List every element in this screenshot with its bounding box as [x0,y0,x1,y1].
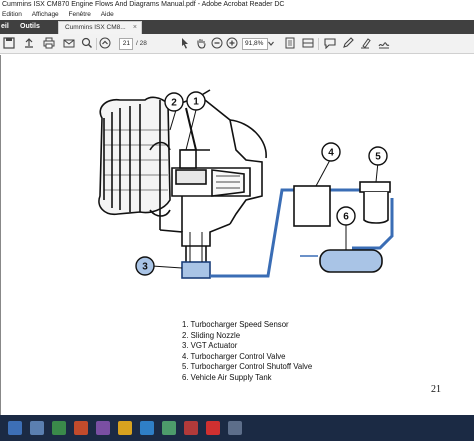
callout-5: 5 [368,146,388,166]
mail-icon[interactable] [62,37,76,51]
task-app-icon[interactable] [118,421,132,435]
page-total-label: / 28 [136,40,147,47]
svg-text:3: 3 [142,262,148,273]
tab-document[interactable]: Cummins ISX CM8... × [58,21,142,34]
pen-icon[interactable] [341,37,355,51]
callout-1: 1 [186,91,206,111]
print-icon[interactable] [42,37,56,51]
svg-text:5: 5 [375,152,381,163]
task-app-icon[interactable] [74,421,88,435]
control-valve-box [293,185,331,227]
tab-home[interactable]: eil [1,20,9,34]
zoom-in-icon[interactable] [225,37,239,51]
task-app-icon[interactable] [140,421,154,435]
window-title: Cummins ISX CM870 Engine Flows And Diagr… [0,0,474,10]
tab-bar: eil Outils Cummins ISX CM8... × [0,20,474,34]
acrobat-window: Cummins ISX CM870 Engine Flows And Diagr… [0,0,474,441]
legend-item: 4. Turbocharger Control Valve [182,351,286,361]
page-up-icon[interactable] [98,37,112,51]
close-icon[interactable]: × [133,22,137,34]
chevron-down-icon[interactable] [267,37,275,51]
task-app-icon[interactable] [184,421,198,435]
toolbar: 21 / 28 91,8% [0,34,474,54]
callout-3: 3 [135,256,155,276]
start-icon[interactable] [8,421,22,435]
save-icon[interactable] [2,37,16,51]
legend-item: 6. Vehicle Air Supply Tank [182,372,272,382]
callout-6: 6 [336,206,356,226]
callout-4: 4 [321,142,341,162]
legend-item: 3. VGT Actuator [182,341,238,351]
select-cursor-icon[interactable] [178,37,192,51]
zoom-level-input[interactable]: 91,8% [242,38,268,50]
task-app-icon[interactable] [96,421,110,435]
upload-icon[interactable] [22,37,36,51]
sign-icon[interactable] [377,37,391,51]
diagram-legend: 1. Turbocharger Speed Sensor 2. Sliding … [182,320,312,384]
menu-aide[interactable]: Aide [101,11,114,18]
hand-icon[interactable] [194,37,208,51]
menu-bar: Edition Affichage Fenêtre Aide [0,10,474,20]
menu-affichage[interactable]: Affichage [32,11,59,18]
tab-tools[interactable]: Outils [20,20,40,34]
task-app-icon[interactable] [52,421,66,435]
toolbar-divider [318,38,319,50]
task-app-icon[interactable] [162,421,176,435]
task-app-icon[interactable] [228,421,242,435]
callout-2: 2 [164,92,184,112]
toolbar-divider [96,38,97,50]
search-icon[interactable] [80,37,94,51]
air-tank [319,249,383,273]
zoom-out-icon[interactable] [210,37,224,51]
page-edge [0,55,1,415]
svg-text:2: 2 [171,98,177,109]
legend-item: 1. Turbocharger Speed Sensor [182,320,289,329]
comment-icon[interactable] [323,37,337,51]
page-number: 21 [431,384,441,395]
taskbar [0,415,474,441]
legend-item: 2. Sliding Nozzle [182,330,241,340]
svg-text:4: 4 [328,148,334,159]
scroll-mode-icon[interactable] [301,37,315,51]
legend-item: 5. Turbocharger Control Shutoff Valve [182,362,313,372]
acrobat-task-icon[interactable] [206,421,220,435]
svg-text:1: 1 [193,97,199,108]
fit-page-icon[interactable] [283,37,297,51]
menu-edition[interactable]: Edition [2,11,22,18]
task-app-icon[interactable] [30,421,44,435]
page-number-input[interactable]: 21 [119,38,133,50]
tab-document-label: Cummins ISX CM8... [65,24,126,31]
svg-text:6: 6 [343,212,349,223]
highlight-icon[interactable] [359,37,373,51]
menu-fenetre[interactable]: Fenêtre [68,11,90,18]
